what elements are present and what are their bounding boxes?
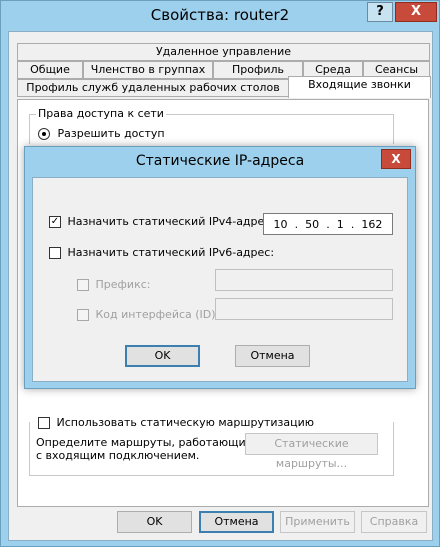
tab-remote-control[interactable]: Удаленное управление (17, 43, 430, 61)
ipv4-separator-1: . (294, 217, 299, 231)
routing-group: Использовать статическую маршрутизацию О… (29, 416, 394, 476)
ipv4-label: Назначить статический IPv4-адрес: (67, 215, 275, 228)
window-title: Свойства: router2 (150, 6, 290, 24)
ipv4-octet-2: 50 (305, 217, 320, 231)
routing-description-line1: Определите маршруты, работающие (36, 436, 253, 449)
prefix-label: Префикс: (95, 278, 151, 291)
ipv4-separator-2: . (326, 217, 330, 231)
allow-access-label: Разрешить доступ (57, 127, 165, 140)
ipv4-separator-3: . (350, 217, 355, 231)
dialog-cancel-button[interactable]: Отмена (235, 345, 310, 367)
dialog-ok-button[interactable]: OK (125, 345, 200, 367)
static-routing-checkbox[interactable] (38, 417, 50, 429)
interface-id-label: Код интерфейса (ID): (95, 308, 220, 321)
prefix-option: Префикс: (77, 278, 150, 291)
tab-rds-profile[interactable]: Профиль служб удаленных рабочих столов (17, 79, 289, 97)
network-access-group-label: Права доступа к сети (36, 107, 166, 120)
static-routes-button[interactable]: Статические маршруты... (245, 433, 378, 470)
cancel-button[interactable]: Отмена (199, 511, 274, 533)
ipv6-checkbox[interactable] (49, 247, 61, 259)
close-window-button[interactable]: X (395, 2, 437, 22)
ipv4-checkbox[interactable]: ✓ (49, 216, 61, 228)
prefix-input[interactable] (215, 269, 393, 291)
interface-id-checkbox[interactable] (77, 309, 89, 321)
help-button[interactable]: Справка (361, 511, 427, 533)
interface-id-option: Код интерфейса (ID): (77, 308, 219, 321)
apply-button[interactable]: Применить (280, 511, 355, 533)
dialog-close-button[interactable]: X (381, 149, 411, 169)
dialog-title: Статические IP-адреса (135, 153, 305, 169)
allow-access-option[interactable]: Разрешить доступ (38, 127, 165, 140)
ipv4-octet-4: 162 (361, 217, 383, 231)
help-title-button[interactable]: ? (367, 2, 393, 22)
routing-description-line2: с входящим подключением. (36, 449, 200, 462)
ok-button[interactable]: OK (117, 511, 192, 533)
prefix-checkbox[interactable] (77, 279, 89, 291)
static-routing-option[interactable]: Использовать статическую маршрутизацию (36, 416, 317, 429)
tab-general[interactable]: Общие (17, 61, 83, 79)
ipv6-option[interactable]: Назначить статический IPv6-адрес: (49, 246, 274, 259)
static-ip-dialog: Статические IP-адреса X ✓ Назначить стат… (24, 146, 416, 389)
ipv4-octet-1: 10 (273, 217, 288, 231)
tab-dial-in[interactable]: Входящие звонки (288, 76, 431, 98)
interface-id-input[interactable] (215, 298, 393, 320)
dialog-client-area: ✓ Назначить статический IPv4-адрес: 10 .… (32, 177, 408, 382)
ipv6-label: Назначить статический IPv6-адрес: (67, 246, 275, 259)
tab-group-membership[interactable]: Членство в группах (83, 61, 213, 79)
ipv4-address-input[interactable]: 10 . 50 . 1 . 162 (263, 213, 393, 235)
allow-access-radio[interactable] (38, 128, 50, 140)
ipv4-option[interactable]: ✓ Назначить статический IPv4-адрес: (49, 215, 274, 228)
title-bar[interactable]: Свойства: router2 ? X (1, 1, 439, 31)
ipv4-octet-3: 1 (336, 217, 344, 231)
network-access-group: Права доступа к сети Разрешить доступ (29, 107, 394, 144)
static-routing-label: Использовать статическую маршрутизацию (56, 416, 315, 429)
